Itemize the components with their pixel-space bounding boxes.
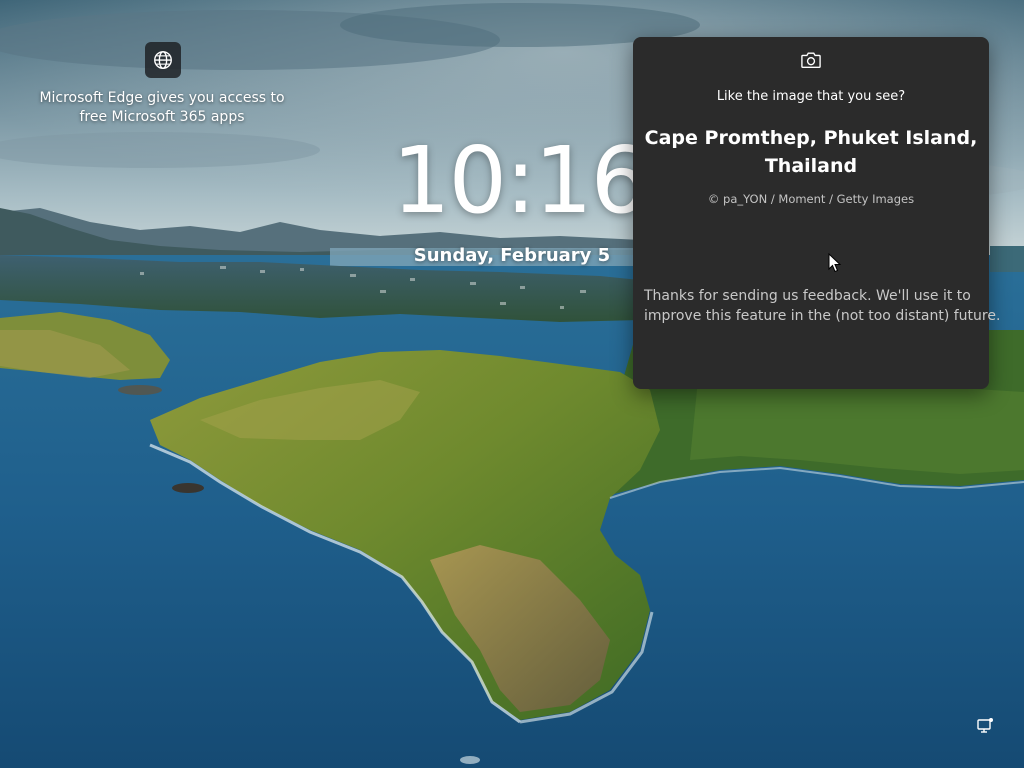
image-question: Like the image that you see?	[716, 89, 906, 104]
camera-button[interactable]	[796, 47, 826, 73]
image-title-line1: Cape Promthep, Phuket Island,	[644, 127, 978, 149]
feedback-line1: Thanks for sending us feedback. We'll us…	[644, 288, 971, 304]
mouse-cursor-icon	[828, 253, 842, 273]
image-title: Cape Promthep, Phuket Island, Thailand	[643, 124, 979, 180]
network-icon	[977, 718, 993, 733]
image-credit-link[interactable]: © pa_YON / Moment / Getty Images	[633, 191, 989, 207]
spotlight-info-panel: Like the image that you see? Cape Promth…	[633, 37, 1001, 389]
camera-icon	[801, 52, 821, 68]
network-status-button[interactable]	[974, 715, 996, 737]
edge-tip-line2: free Microsoft 365 apps	[79, 109, 245, 125]
feedback-line2: improve this feature in the (not too dis…	[644, 308, 1001, 324]
image-title-line2: Thailand	[764, 155, 858, 177]
edge-tip-button[interactable]	[145, 42, 181, 78]
edge-tip-line1: Microsoft Edge gives you access to	[39, 90, 285, 106]
globe-icon	[154, 51, 172, 69]
lock-screen[interactable]: Microsoft Edge gives you access to free …	[0, 0, 1024, 768]
edge-tip-text[interactable]: Microsoft Edge gives you access to free …	[30, 89, 294, 127]
clock-date: Sunday, February 5	[413, 245, 611, 266]
feedback-message: Thanks for sending us feedback. We'll us…	[644, 286, 1001, 326]
clock-time: 10:16	[392, 127, 649, 234]
